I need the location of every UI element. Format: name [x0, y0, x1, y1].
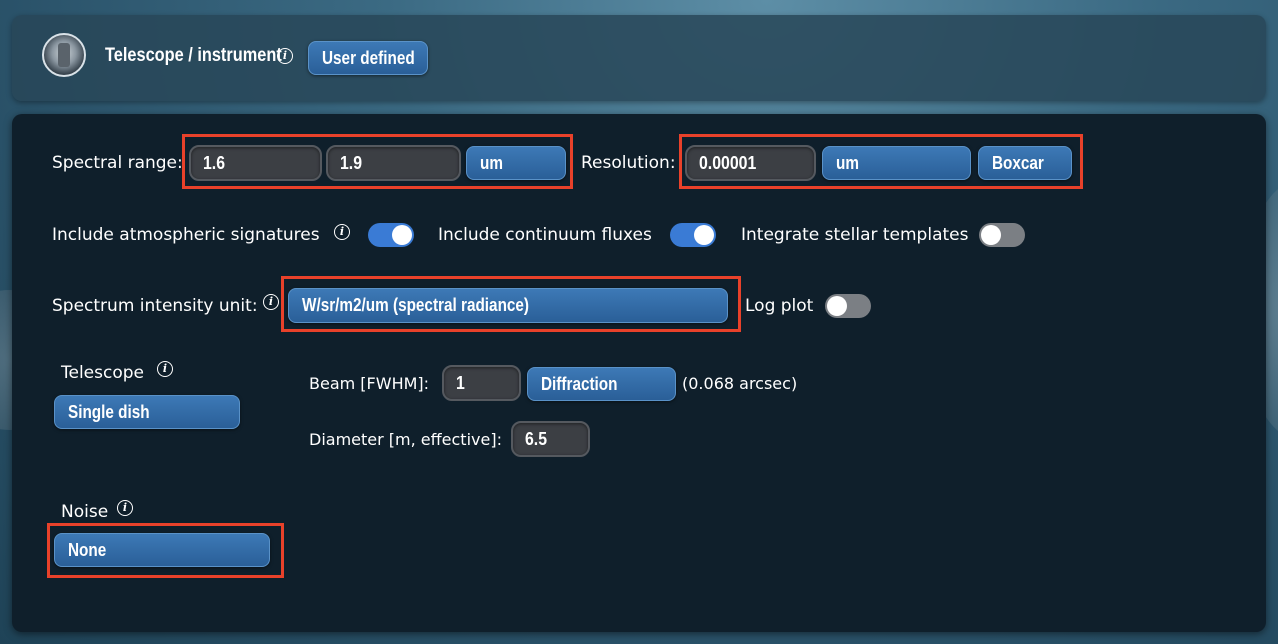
diameter-value: 6.5	[525, 428, 548, 449]
beam-mode-value: Diffraction	[541, 373, 618, 394]
beam-value: 1	[456, 372, 465, 393]
atmospheric-label: Include atmospheric signatures	[52, 225, 320, 245]
log-plot-toggle[interactable]	[825, 294, 871, 318]
resolution-value: 0.00001	[699, 152, 757, 173]
intensity-unit-label: Spectrum intensity unit:	[52, 296, 258, 316]
beam-input[interactable]: 1	[442, 365, 521, 401]
resolution-kernel-select[interactable]: Boxcar	[978, 146, 1072, 180]
telescope-info-icon[interactable]: i	[157, 361, 173, 377]
user-defined-label: User defined	[322, 47, 415, 68]
spectral-min-input[interactable]: 1.6	[189, 145, 322, 181]
spectral-max-value: 1.9	[340, 152, 363, 173]
continuum-toggle[interactable]	[670, 223, 716, 247]
resolution-input[interactable]: 0.00001	[685, 145, 816, 181]
telescope-type-value: Single dish	[68, 401, 150, 422]
spectral-unit-select[interactable]: um	[466, 146, 566, 180]
info-icon[interactable]: i	[277, 48, 293, 64]
continuum-label: Include continuum fluxes	[438, 225, 652, 245]
log-plot-label: Log plot	[745, 296, 814, 316]
intensity-unit-select[interactable]: W/sr/m2/um (spectral radiance)	[288, 288, 728, 323]
atmospheric-toggle[interactable]	[368, 223, 414, 247]
telescope-type-select[interactable]: Single dish	[54, 395, 240, 429]
noise-select[interactable]: None	[54, 533, 270, 567]
stellar-label: Integrate stellar templates	[741, 225, 969, 245]
instrument-title: Telescope / instrument	[105, 45, 282, 67]
resolution-unit-value: um	[836, 152, 859, 173]
diameter-input[interactable]: 6.5	[511, 421, 590, 457]
resolution-label: Resolution:	[581, 153, 676, 173]
telescope-avatar	[42, 33, 86, 77]
beam-mode-select[interactable]: Diffraction	[527, 367, 676, 401]
instrument-header: Telescope / instrument i User defined	[12, 15, 1266, 101]
intensity-unit-value: W/sr/m2/um (spectral radiance)	[302, 295, 530, 315]
spectral-max-input[interactable]: 1.9	[326, 145, 461, 181]
stellar-toggle[interactable]	[979, 223, 1025, 247]
spectral-range-label: Spectral range:	[52, 153, 183, 173]
resolution-unit-select[interactable]: um	[822, 146, 971, 180]
noise-info-icon[interactable]: i	[117, 500, 133, 516]
diameter-label: Diameter [m, effective]:	[309, 430, 502, 449]
spectral-unit-value: um	[480, 152, 503, 173]
beam-label: Beam [FWHM]:	[309, 374, 430, 393]
noise-label: Noise	[61, 502, 109, 522]
beam-arcsec-note: (0.068 arcsec)	[682, 374, 798, 393]
resolution-kernel-value: Boxcar	[992, 152, 1044, 173]
atmospheric-info-icon[interactable]: i	[334, 224, 350, 240]
noise-value: None	[68, 539, 107, 560]
telescope-label: Telescope	[61, 363, 144, 383]
user-defined-button[interactable]: User defined	[308, 41, 428, 75]
intensity-info-icon[interactable]: i	[263, 294, 279, 310]
spectral-min-value: 1.6	[203, 152, 226, 173]
instrument-title-text: Telescope / instrument	[105, 45, 282, 66]
